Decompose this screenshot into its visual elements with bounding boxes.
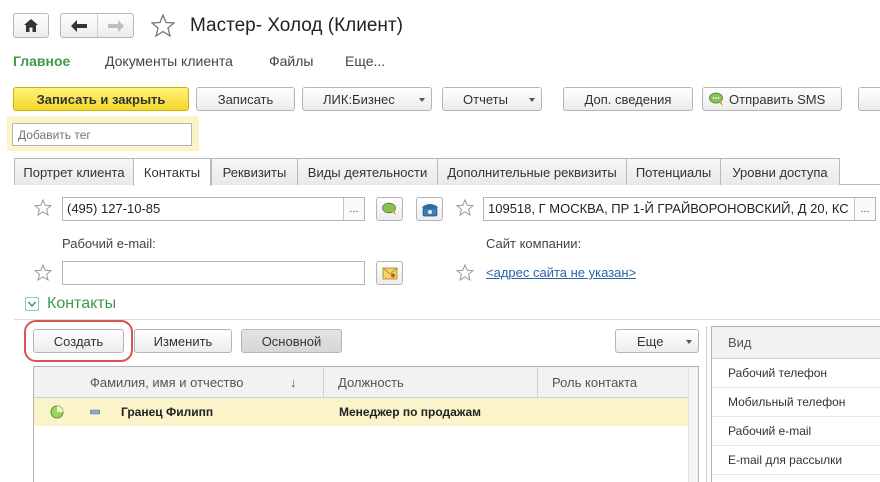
list-item[interactable]: Рабочий e-mail (712, 417, 880, 446)
contacts-table-scrollbar[interactable] (688, 367, 698, 482)
column-header-position-label: Должность (338, 374, 404, 390)
edit-contact-button[interactable]: Изменить (134, 329, 232, 353)
save-and-close-button[interactable]: Записать и закрыть (13, 87, 189, 111)
row-status-icon (90, 398, 104, 426)
save-label: Записать (217, 91, 274, 107)
email-star-icon[interactable] (34, 264, 52, 281)
panel-splitter[interactable] (706, 326, 707, 482)
contacts-more-label: Еще (637, 333, 664, 349)
contacts-group-toggle[interactable] (25, 297, 39, 311)
section-files[interactable]: Файлы (269, 53, 313, 69)
contact-kinds-list: Вид Рабочий телефон Мобильный телефон Ра… (711, 326, 880, 482)
toolbar-overflow-button[interactable] (858, 87, 880, 111)
section-more[interactable]: Еще... (345, 53, 385, 69)
telephone-icon (421, 203, 438, 216)
list-item[interactable]: Рабочий телефон (712, 359, 880, 388)
address-star-icon[interactable] (456, 199, 474, 216)
extra-info-label: Доп. сведения (584, 91, 672, 107)
contacts-group-divider (14, 319, 880, 320)
chevron-down-icon (529, 98, 535, 102)
arrow-left-icon (71, 19, 87, 32)
chevron-down-icon (419, 98, 425, 102)
address-value: 109518, Г МОСКВА, ПР 1-Й ГРАЙВОРОНОВСКИЙ… (488, 201, 849, 216)
favorite-star-icon[interactable] (151, 14, 175, 37)
save-button[interactable]: Записать (196, 87, 295, 111)
lik-business-dropdown[interactable]: ЛИК:Бизнес (302, 87, 432, 111)
email-edit-button[interactable] (376, 261, 403, 285)
contacts-group-title: Контакты (47, 295, 117, 312)
home-button[interactable] (13, 13, 49, 38)
main-contact-icon (50, 405, 64, 419)
contacts-table-header: Фамилия, имя и отчество ↓ Должность Роль… (34, 367, 698, 398)
phone-comment-button[interactable] (376, 197, 403, 221)
website-label: Сайт компании: (486, 236, 582, 251)
extra-info-button[interactable]: Доп. сведения (563, 87, 693, 111)
tab-client-portrait[interactable]: Портрет клиента (14, 158, 134, 185)
phone-star-icon[interactable] (34, 199, 52, 216)
column-header-role[interactable]: Роль контакта (546, 367, 696, 397)
home-icon (24, 19, 38, 32)
add-tag-input[interactable] (12, 123, 192, 146)
tab-contacts[interactable]: Контакты (133, 158, 211, 186)
sms-icon (709, 92, 723, 106)
minus-icon (90, 409, 100, 415)
tab-activity-types[interactable]: Виды деятельности (297, 158, 438, 185)
forward-button[interactable] (97, 14, 133, 37)
contact-full-name: Гранец Филипп (121, 405, 214, 419)
tab-additional-requisites[interactable]: Дополнительные реквизиты (437, 158, 627, 185)
main-contact-indicator (50, 398, 70, 426)
call-button[interactable] (416, 197, 443, 221)
column-separator (323, 367, 324, 397)
set-main-contact-button[interactable]: Основной (241, 329, 342, 353)
save-and-close-label: Записать и закрыть (36, 91, 166, 107)
list-item[interactable]: E-mail для рассылки (712, 446, 880, 475)
column-header-role-label: Роль контакта (552, 374, 638, 390)
tab-potentials[interactable]: Потенциалы (626, 158, 721, 185)
contacts-table: Фамилия, имя и отчество ↓ Должность Роль… (33, 366, 699, 482)
website-star-icon[interactable] (456, 264, 474, 281)
work-email-field[interactable] (62, 261, 365, 285)
arrow-right-icon (107, 19, 124, 32)
phone-field[interactable]: (495) 127-10-85 ... (62, 197, 365, 221)
contact-kinds-header[interactable]: Вид (712, 327, 880, 359)
chevron-down-icon (28, 301, 36, 307)
chat-icon (381, 202, 396, 215)
section-client-documents[interactable]: Документы клиента (105, 53, 233, 69)
column-header-position[interactable]: Должность (332, 367, 532, 397)
chevron-down-icon (686, 340, 692, 344)
address-select-button[interactable]: ... (854, 198, 875, 220)
table-row[interactable]: Гранец Филипп Менеджер по продажам (34, 398, 698, 426)
section-main[interactable]: Главное (13, 53, 70, 69)
page-title: Мастер- Холод (Клиент) (190, 15, 403, 36)
work-email-label: Рабочий e-mail: (62, 236, 156, 251)
contact-position: Менеджер по продажам (339, 405, 482, 419)
sort-descending-icon: ↓ (290, 374, 297, 390)
envelope-icon (382, 267, 397, 279)
contact-role (546, 398, 686, 426)
history-navigation (60, 13, 134, 38)
tab-requisites[interactable]: Реквизиты (211, 158, 298, 185)
tab-access-levels[interactable]: Уровни доступа (720, 158, 840, 185)
list-item[interactable]: Мобильный телефон (712, 388, 880, 417)
create-contact-button[interactable]: Создать (33, 329, 124, 353)
send-sms-button[interactable]: Отправить SMS (702, 87, 842, 111)
reports-dropdown[interactable]: Отчеты (442, 87, 542, 111)
column-separator (537, 367, 538, 397)
send-sms-label: Отправить SMS (729, 91, 826, 107)
contacts-more-dropdown[interactable]: Еще (615, 329, 699, 353)
back-button[interactable] (61, 14, 97, 37)
website-link[interactable]: <адрес сайта не указан> (486, 265, 636, 280)
lik-business-label: ЛИК:Бизнес (323, 91, 395, 107)
phone-value: (495) 127-10-85 (67, 201, 161, 216)
reports-label: Отчеты (463, 91, 508, 107)
column-header-full-name-label: Фамилия, имя и отчество (90, 374, 244, 390)
address-field[interactable]: 109518, Г МОСКВА, ПР 1-Й ГРАЙВОРОНОВСКИЙ… (483, 197, 876, 221)
phone-select-button[interactable]: ... (343, 198, 364, 220)
